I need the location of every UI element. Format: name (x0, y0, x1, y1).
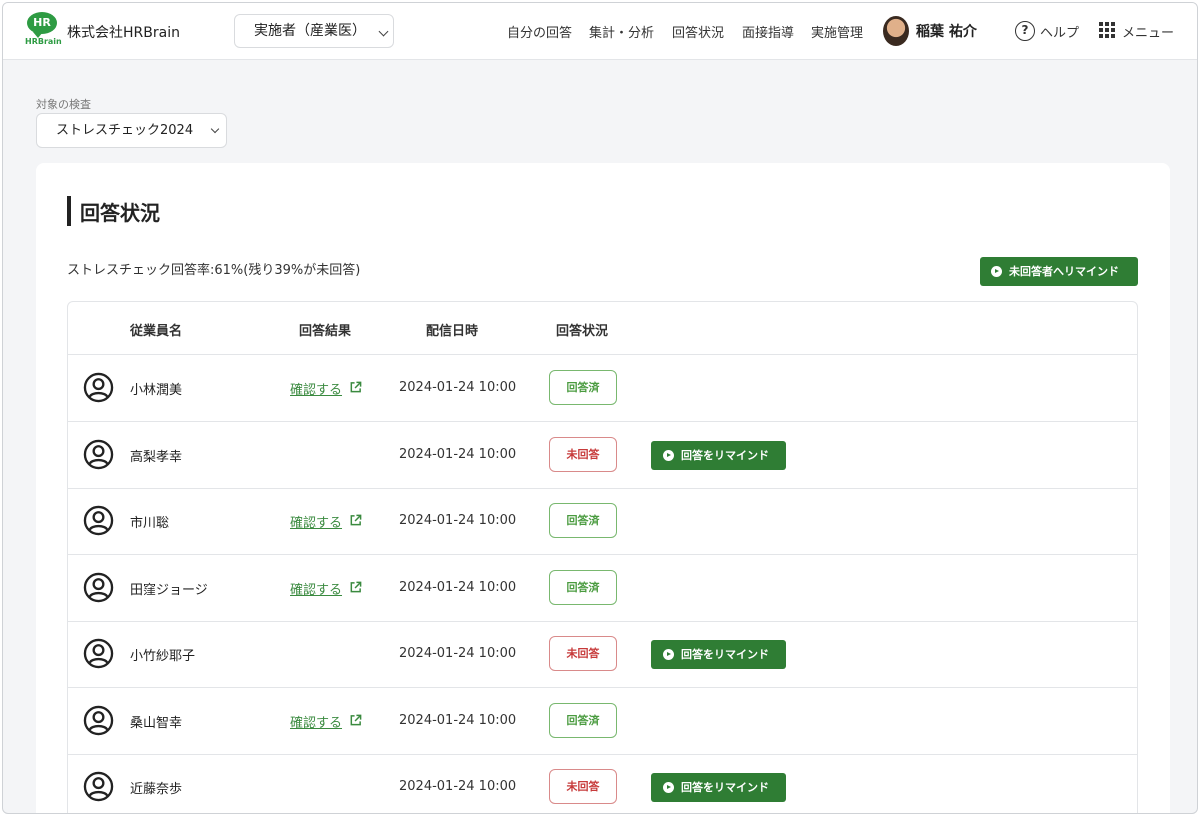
arrow-right-circle-icon (991, 266, 1002, 277)
nav-management[interactable]: 実施管理 (811, 22, 863, 41)
employee-name: 高梨孝幸 (130, 449, 183, 465)
sent-date: 2024-01-24 10:00 (399, 779, 517, 794)
table-row: 桑山智幸 確認する 2024-01-24 10:00 回答済 (68, 688, 1137, 755)
status-badge: 未回答 (549, 769, 617, 804)
status-badge: 回答済 (549, 569, 617, 605)
sent-date: 2024-01-24 10:00 (399, 513, 517, 528)
status-badge: 未回答 (549, 436, 617, 472)
logo-bubble: HR (27, 12, 57, 38)
top-header: HR HRBrain 株式会社HRBrain 実施者（産業医） 自分の回答 集計… (3, 3, 1197, 60)
role-select[interactable]: 実施者（産業医） (234, 14, 394, 48)
hrbrain-logo[interactable]: HR HRBrain (25, 12, 62, 48)
app-window: HR HRBrain 株式会社HRBrain 実施者（産業医） 自分の回答 集計… (2, 2, 1198, 814)
employee-name: 近藤奈歩 (130, 782, 183, 797)
company-name: 株式会社HRBrain (67, 25, 180, 41)
user-circle-icon (83, 439, 114, 470)
employee-name: 小林潤美 (130, 383, 183, 398)
arrow-right-circle-icon (663, 782, 674, 793)
grid-menu-icon[interactable] (1099, 22, 1116, 39)
header-status: 回答状況 (556, 324, 609, 339)
sent-date: 2024-01-24 10:00 (399, 646, 517, 661)
logo-subtext: HRBrain (25, 37, 62, 46)
nav-interview[interactable]: 面接指導 (742, 22, 794, 41)
table-row: 市川聡 確認する 2024-01-24 10:00 回答済 (68, 488, 1137, 555)
employee-name: 市川聡 (130, 516, 170, 531)
chevron-down-icon (378, 26, 389, 37)
user-circle-icon (83, 705, 114, 736)
remind-button[interactable]: 回答をリマインド (651, 440, 786, 470)
exam-select-label: 対象の検査 (36, 98, 91, 111)
user-circle-icon (83, 505, 114, 536)
status-badge: 回答済 (549, 503, 617, 538)
exam-select-value: ストレスチェック2024 (56, 123, 194, 138)
user-circle-icon (83, 372, 114, 403)
table-row: 高梨孝幸 2024-01-24 10:00 未回答 回答をリマインド (68, 422, 1137, 489)
external-link-icon[interactable] (349, 579, 362, 592)
help-icon[interactable]: ? (1015, 21, 1035, 41)
remind-all-label: 未回答者へリマインド (1009, 265, 1119, 278)
header-sent-date: 配信日時 (426, 324, 479, 339)
remind-button-label: 回答をリマインド (681, 781, 769, 794)
remind-button[interactable]: 回答をリマインド (651, 773, 786, 802)
title-accent-bar (67, 196, 71, 226)
header-employee-name: 従業員名 (130, 324, 183, 339)
remind-button-label: 回答をリマインド (681, 648, 769, 661)
user-circle-icon (83, 572, 114, 603)
table-row: 田窪ジョージ 確認する 2024-01-24 10:00 回答済 (68, 555, 1137, 622)
remind-button[interactable]: 回答をリマインド (651, 640, 786, 669)
confirm-result-link[interactable]: 確認する (290, 512, 342, 531)
arrow-right-circle-icon (663, 449, 674, 461)
response-rate-text: ストレスチェック回答率:61%(残り39%が未回答) (67, 263, 361, 278)
table-header: 従業員名 回答結果 配信日時 回答状況 (68, 302, 1137, 355)
confirm-result-link[interactable]: 確認する (290, 579, 342, 598)
chevron-down-icon (210, 124, 220, 134)
nav-analytics[interactable]: 集計・分析 (589, 22, 654, 41)
menu-link[interactable]: メニュー (1122, 22, 1174, 41)
user-avatar[interactable] (883, 16, 909, 46)
user-name[interactable]: 稲葉 祐介 (916, 21, 977, 41)
employee-name: 田窪ジョージ (130, 582, 208, 598)
status-badge: 回答済 (549, 370, 617, 405)
confirm-result-link[interactable]: 確認する (290, 379, 342, 398)
header-result: 回答結果 (299, 324, 352, 339)
remind-all-button[interactable]: 未回答者へリマインド (980, 257, 1138, 286)
response-table: 従業員名 回答結果 配信日時 回答状況 小林潤美 確認する 2024-01-24 1… (67, 301, 1138, 813)
sent-date: 2024-01-24 10:00 (399, 446, 517, 462)
user-circle-icon (83, 771, 114, 802)
table-row: 小竹紗耶子 2024-01-24 10:00 未回答 回答をリマインド (68, 621, 1137, 688)
employee-name: 小竹紗耶子 (130, 649, 196, 664)
exam-select[interactable]: ストレスチェック2024 (36, 113, 227, 148)
page-title: 回答状況 (80, 201, 160, 225)
status-badge: 回答済 (549, 702, 617, 738)
table-row: 小林潤美 確認する 2024-01-24 10:00 回答済 (68, 355, 1137, 422)
remind-button-label: 回答をリマインド (681, 448, 769, 462)
employee-name: 桑山智幸 (130, 715, 183, 731)
table-row: 近藤奈歩 2024-01-24 10:00 未回答 回答をリマインド (68, 754, 1137, 813)
confirm-result-link[interactable]: 確認する (290, 712, 342, 731)
external-link-icon[interactable] (349, 512, 362, 526)
user-circle-icon (83, 638, 114, 669)
sent-date: 2024-01-24 10:00 (399, 579, 517, 595)
nav-my-answers[interactable]: 自分の回答 (507, 22, 572, 41)
arrow-right-circle-icon (663, 649, 674, 660)
status-badge: 未回答 (549, 636, 617, 671)
response-status-card: 回答状況 ストレスチェック回答率:61%(残り39%が未回答) 未回答者へリマイ… (36, 163, 1170, 813)
external-link-icon[interactable] (349, 379, 362, 393)
external-link-icon[interactable] (349, 712, 362, 725)
help-link[interactable]: ヘルプ (1040, 22, 1079, 41)
role-select-value: 実施者（産業医） (254, 23, 366, 39)
sent-date: 2024-01-24 10:00 (399, 712, 517, 728)
nav-response-status[interactable]: 回答状況 (672, 22, 724, 41)
sent-date: 2024-01-24 10:00 (399, 380, 517, 395)
